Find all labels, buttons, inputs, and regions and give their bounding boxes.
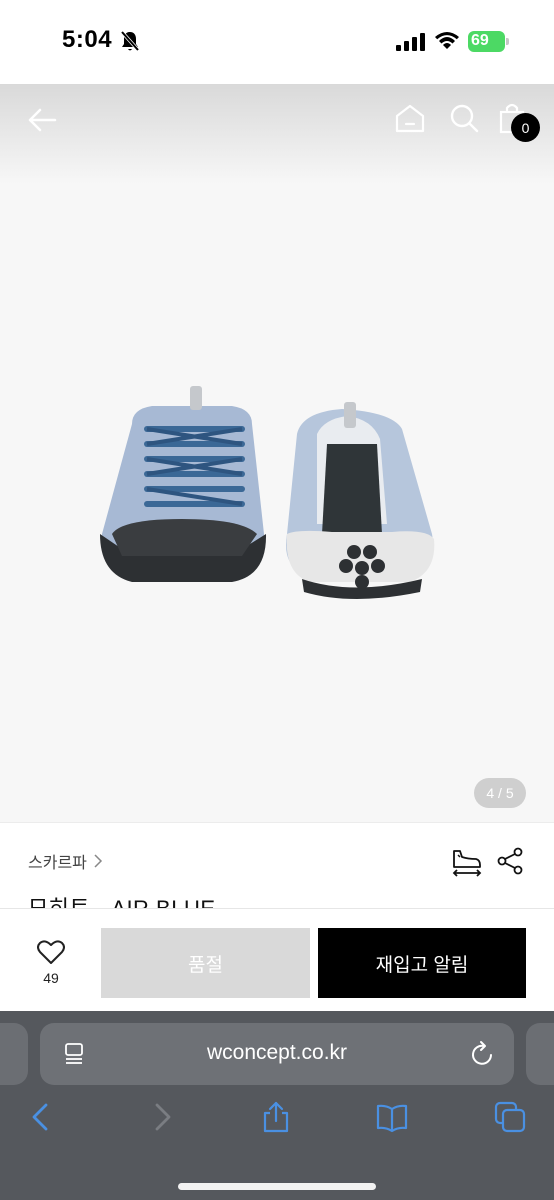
sold-out-button[interactable]: 품절 xyxy=(101,928,310,998)
sneakers-illustration xyxy=(100,386,435,599)
browser-toolbar: wconcept.co.kr xyxy=(0,1011,554,1200)
next-tab-peek[interactable] xyxy=(526,1023,554,1085)
gallery-top-gradient xyxy=(0,84,554,184)
restock-alert-button[interactable]: 재입고 알림 xyxy=(318,928,526,998)
wifi-icon xyxy=(435,32,459,49)
purchase-action-bar: 49 품절 재입고 알림 xyxy=(0,908,554,1011)
image-counter: 4 / 5 xyxy=(474,778,526,808)
forward-icon[interactable] xyxy=(145,1101,177,1133)
share-sheet-icon[interactable] xyxy=(260,1101,292,1133)
tabs-icon[interactable] xyxy=(494,1101,526,1133)
back-arrow-icon[interactable] xyxy=(26,104,58,136)
product-info: 스카르파 모히토 - AIR BLUE xyxy=(0,822,554,908)
product-name: 모히토 - AIR BLUE xyxy=(28,891,216,908)
url-text: wconcept.co.kr xyxy=(206,1041,348,1064)
product-gallery[interactable]: 4 / 5 xyxy=(0,84,554,822)
cart-count-badge: 0 xyxy=(511,113,540,142)
back-icon[interactable] xyxy=(26,1101,58,1133)
battery-charging-icon: 69 xyxy=(468,31,510,53)
status-bar: 5:04 69 xyxy=(0,0,554,84)
size-guide-icon[interactable] xyxy=(450,847,482,877)
screen: 5:04 69 4 / 5 0 스카르파 49 품절 재입고 알림 wconce… xyxy=(0,0,554,1200)
bookmarks-icon[interactable] xyxy=(376,1101,408,1133)
chevron-right-icon xyxy=(94,854,102,868)
signal-icon xyxy=(396,33,425,51)
heart-icon xyxy=(37,940,65,964)
product-image xyxy=(92,384,442,614)
address-bar[interactable]: wconcept.co.kr xyxy=(40,1023,514,1085)
battery-cap xyxy=(506,38,509,45)
battery-level: 69 xyxy=(471,32,489,49)
reload-icon[interactable] xyxy=(470,1040,496,1068)
share-icon[interactable] xyxy=(496,847,524,875)
search-icon[interactable] xyxy=(448,102,480,134)
home-icon[interactable] xyxy=(394,102,426,134)
home-indicator xyxy=(178,1183,376,1190)
brand-link[interactable]: 스카르파 xyxy=(28,849,103,873)
brand-name: 스카르파 xyxy=(28,855,87,872)
previous-tab-peek[interactable] xyxy=(0,1023,28,1085)
like-button[interactable]: 49 xyxy=(30,939,72,991)
bell-slash-icon xyxy=(120,30,140,52)
status-time: 5:04 xyxy=(62,26,113,53)
like-count: 49 xyxy=(43,970,59,986)
